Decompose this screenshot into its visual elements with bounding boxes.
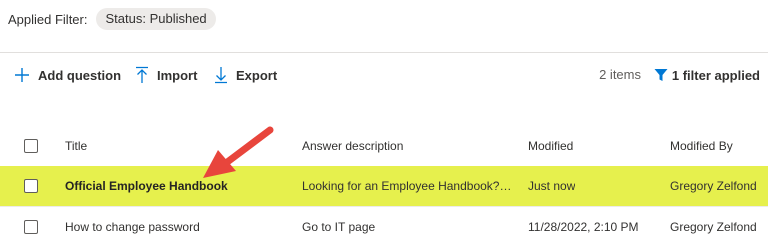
table-header: Title Answer description Modified Modifi…	[0, 130, 768, 162]
divider	[0, 52, 768, 53]
row-answer-description: Go to IT page	[302, 220, 376, 234]
filter-icon	[654, 69, 668, 81]
checkbox[interactable]	[24, 179, 38, 193]
export-label: Export	[236, 67, 278, 83]
import-button[interactable]: Import	[135, 62, 197, 88]
import-label: Import	[157, 67, 198, 83]
status-filter-pill[interactable]: Status: Published	[96, 8, 216, 30]
row-modified: Just now	[528, 179, 576, 193]
command-bar: Add question Import Export 2 items 1 fil…	[0, 62, 768, 88]
table-row[interactable]: Official Employee Handbook Looking for a…	[0, 166, 768, 206]
add-question-label: Add question	[38, 67, 122, 83]
row-title[interactable]: How to change password	[65, 220, 200, 234]
add-icon	[15, 68, 29, 82]
checkbox[interactable]	[24, 220, 38, 234]
applied-filter-bar: Applied Filter: Status: Published	[8, 7, 216, 31]
row-modified: 11/28/2022, 2:10 PM	[528, 220, 639, 234]
checkbox[interactable]	[24, 139, 38, 153]
export-icon	[215, 67, 227, 84]
row-modified-by: Gregory Zelfond	[670, 179, 757, 193]
applied-filter-label: Applied Filter:	[8, 11, 88, 27]
row-checkbox[interactable]	[24, 220, 38, 234]
row-title[interactable]: Official Employee Handbook	[65, 179, 228, 193]
app-root: Applied Filter: Status: Published Add qu…	[0, 0, 768, 248]
table-row[interactable]: How to change password Go to IT page 11/…	[0, 207, 768, 247]
filter-applied-label: 1 filter applied	[671, 67, 760, 83]
export-button[interactable]: Export	[214, 62, 277, 88]
row-answer-description: Looking for an Employee Handbook? Y...	[302, 179, 512, 193]
add-question-button[interactable]: Add question	[14, 62, 121, 88]
row-modified-by: Gregory Zelfond	[670, 220, 757, 234]
import-icon	[136, 66, 148, 83]
column-header-modified[interactable]: Modified	[528, 139, 573, 153]
row-checkbox[interactable]	[24, 179, 38, 193]
column-header-answer-description[interactable]: Answer description	[302, 139, 512, 153]
column-header-title[interactable]: Title	[65, 139, 87, 153]
select-all-checkbox[interactable]	[24, 139, 38, 153]
filter-applied-button[interactable]: 1 filter applied	[654, 62, 760, 88]
column-header-modified-by[interactable]: Modified By	[670, 139, 733, 153]
items-count: 2 items	[599, 67, 641, 82]
